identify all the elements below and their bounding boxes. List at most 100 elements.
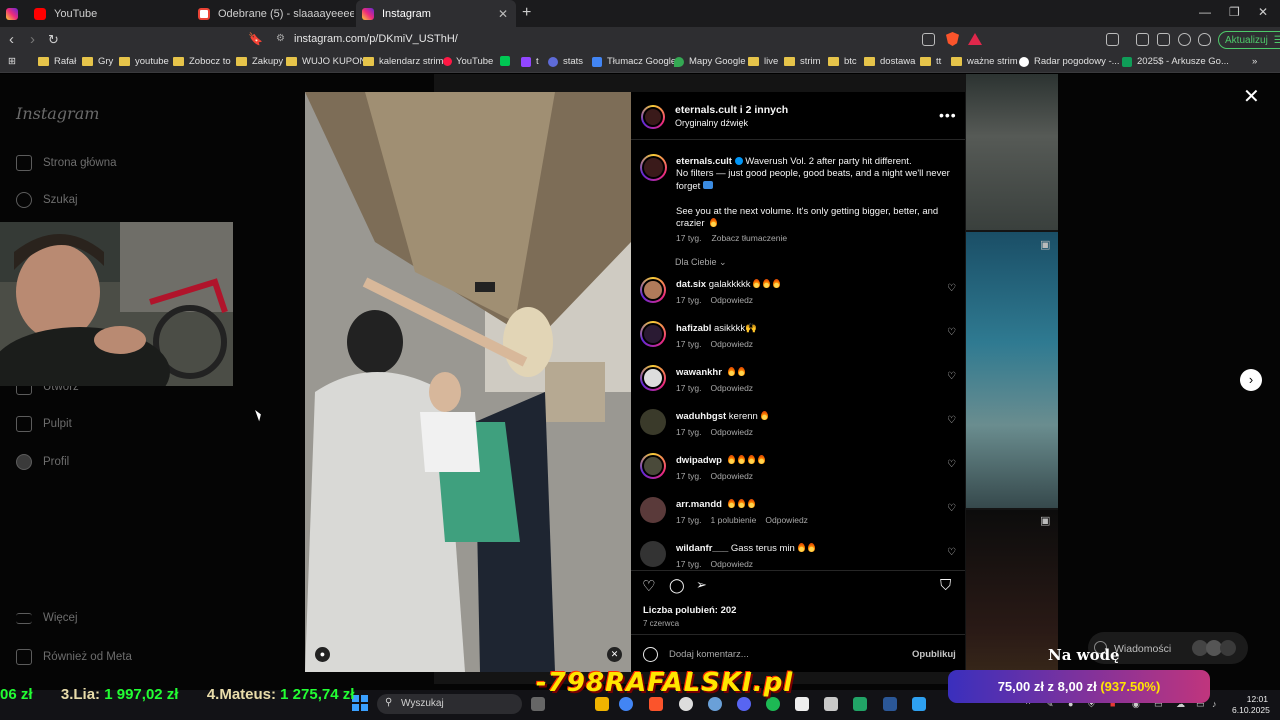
comment-likes[interactable]: 1 polubienie xyxy=(711,515,757,525)
bookmark-item[interactable]: Tłumacz Google xyxy=(592,56,676,67)
bookmark-item[interactable]: WUJO KUPON xyxy=(286,56,366,67)
bookmark-item[interactable]: Mapy Google xyxy=(674,56,746,67)
calculator-icon[interactable] xyxy=(824,697,838,711)
url-field[interactable]: instagram.com/p/DKmiV_USThH/ xyxy=(294,33,458,45)
author-avatar[interactable] xyxy=(641,105,665,129)
like-comment-icon[interactable]: ♡ xyxy=(947,547,956,558)
bookmark-item[interactable]: youtube xyxy=(119,56,169,67)
discord-icon[interactable] xyxy=(737,697,751,711)
bookmark-icon[interactable]: 🔖 xyxy=(248,32,263,46)
reply-button[interactable]: Odpowiedz xyxy=(711,559,754,569)
commenter-avatar[interactable] xyxy=(640,409,666,435)
more-bookmarks-icon[interactable]: » xyxy=(1252,56,1257,67)
comment-username[interactable]: hafizabl xyxy=(676,323,711,334)
like-comment-icon[interactable]: ♡ xyxy=(947,283,956,294)
bookmark-item[interactable]: dostawa xyxy=(864,56,915,67)
tab-youtube[interactable]: YouTube xyxy=(28,0,190,27)
bookmark-item[interactable]: t xyxy=(521,56,539,67)
bookmark-item[interactable]: ważne strim xyxy=(951,56,1018,67)
more-options-icon[interactable]: ••• xyxy=(939,107,957,123)
sidebar-item-home[interactable]: Strona główna xyxy=(16,155,117,171)
emoji-icon[interactable] xyxy=(643,647,658,662)
tab-instagram[interactable]: Instagram ✕ xyxy=(356,0,516,27)
reply-button[interactable]: Odpowiedz xyxy=(711,295,754,305)
feed-thumbnail[interactable] xyxy=(966,74,1058,230)
translate-link[interactable]: Zobacz tłumaczenie xyxy=(712,233,788,243)
caption-avatar[interactable] xyxy=(640,154,667,181)
feed-thumbnail[interactable] xyxy=(966,232,1058,508)
commenter-avatar[interactable] xyxy=(640,541,666,567)
extensions-icon[interactable] xyxy=(1106,33,1119,46)
reply-button[interactable]: Odpowiedz xyxy=(711,383,754,393)
leo-icon[interactable] xyxy=(1178,33,1191,46)
forward-button[interactable]: › xyxy=(30,31,35,48)
bookmark-item[interactable]: strim xyxy=(784,56,821,67)
reply-button[interactable]: Odpowiedz xyxy=(711,471,754,481)
cast-icon[interactable] xyxy=(922,33,935,46)
comment-username[interactable]: wildanfr___ xyxy=(676,543,728,554)
feed-thumbnail[interactable] xyxy=(966,510,1058,684)
reply-button[interactable]: Odpowiedz xyxy=(711,339,754,349)
brave-icon[interactable] xyxy=(649,697,663,711)
obs-icon[interactable] xyxy=(679,697,693,711)
comment-username[interactable]: arr.mandd xyxy=(676,499,722,510)
bookmark-item[interactable]: Zobocz to xyxy=(173,56,231,67)
commenter-avatar[interactable] xyxy=(640,321,666,347)
like-comment-icon[interactable]: ♡ xyxy=(947,503,956,514)
original-audio[interactable]: Oryginalny dźwięk xyxy=(675,118,748,128)
sidebar-item-search[interactable]: Szukaj xyxy=(16,192,78,208)
bookmark-item[interactable]: Radar pogodowy -... xyxy=(1019,56,1120,67)
commenter-avatar[interactable] xyxy=(640,365,666,391)
comment-username[interactable]: dat.six xyxy=(676,279,706,290)
site-info-icon[interactable]: ⚙ xyxy=(276,33,285,44)
like-comment-icon[interactable]: ♡ xyxy=(947,327,956,338)
mute-icon[interactable]: ✕ xyxy=(607,647,622,662)
post-comment-button[interactable]: Opublikuj xyxy=(912,649,956,660)
sidebar-item-profile[interactable]: Profil xyxy=(16,454,69,470)
bookmark-item[interactable]: YouTube xyxy=(443,56,493,67)
commenter-avatar[interactable] xyxy=(640,497,666,523)
bookmark-item[interactable]: Rafał xyxy=(38,56,76,67)
bookmark-item[interactable]: tt xyxy=(920,56,941,67)
reply-button[interactable]: Odpowiedz xyxy=(711,427,754,437)
restore-button[interactable]: ❐ xyxy=(1229,5,1240,19)
share-icon[interactable]: ➢ xyxy=(696,577,707,593)
brave-shields-icon[interactable] xyxy=(946,32,959,46)
bookmark-item[interactable]: btc xyxy=(828,56,857,67)
post-video[interactable] xyxy=(305,92,631,672)
reply-button[interactable]: Odpowiedz xyxy=(765,515,808,525)
volume-icon[interactable]: ♪ xyxy=(1212,699,1217,709)
minimize-button[interactable]: — xyxy=(1199,5,1211,19)
task-view-icon[interactable] xyxy=(531,697,545,711)
chrome-icon[interactable] xyxy=(619,697,633,711)
comment-username[interactable]: waduhbgst xyxy=(676,411,726,422)
back-button[interactable]: ‹ xyxy=(9,31,14,48)
sidebar-item-dashboard[interactable]: Pulpit xyxy=(16,416,72,432)
bookmark-item[interactable]: Gry xyxy=(82,56,113,67)
bookmark-item[interactable]: live xyxy=(748,56,778,67)
instagram-logo[interactable]: Instagram xyxy=(16,104,99,123)
bookmark-item[interactable]: Zakupy xyxy=(236,56,283,67)
wallet-icon[interactable] xyxy=(1157,33,1170,46)
caption-username[interactable]: eternals.cult xyxy=(676,156,732,167)
file-explorer-icon[interactable] xyxy=(595,697,609,711)
close-window-button[interactable]: ✕ xyxy=(1258,5,1268,19)
sidebar-item-meta[interactable]: Również od Meta xyxy=(16,649,132,665)
taskbar-clock[interactable]: 12:01 6.10.2025 xyxy=(1232,694,1270,716)
like-icon[interactable]: ♡ xyxy=(642,577,655,595)
spotify-icon[interactable] xyxy=(766,697,780,711)
brave-rewards-icon[interactable] xyxy=(968,33,982,45)
comment-username[interactable]: dwipadwp xyxy=(676,455,722,466)
bookmark-item[interactable]: 2025$ - Arkusze Go... xyxy=(1122,56,1229,67)
close-modal-icon[interactable]: ✕ xyxy=(1243,84,1260,109)
browser-menu-icon[interactable] xyxy=(0,0,28,27)
like-comment-icon[interactable]: ♡ xyxy=(947,371,956,382)
tab-gmail[interactable]: Odebrane (5) - slaaaayeeeer@gmail.c xyxy=(192,0,354,27)
commenter-avatar[interactable] xyxy=(640,453,666,479)
like-comment-icon[interactable]: ♡ xyxy=(947,415,956,426)
user-tag-icon[interactable]: ● xyxy=(315,647,330,662)
new-tab-button[interactable]: + xyxy=(522,4,531,22)
sidebar-icon[interactable] xyxy=(1136,33,1149,46)
like-count[interactable]: Liczba polubień: 202 xyxy=(643,605,736,616)
excel-icon[interactable] xyxy=(853,697,867,711)
